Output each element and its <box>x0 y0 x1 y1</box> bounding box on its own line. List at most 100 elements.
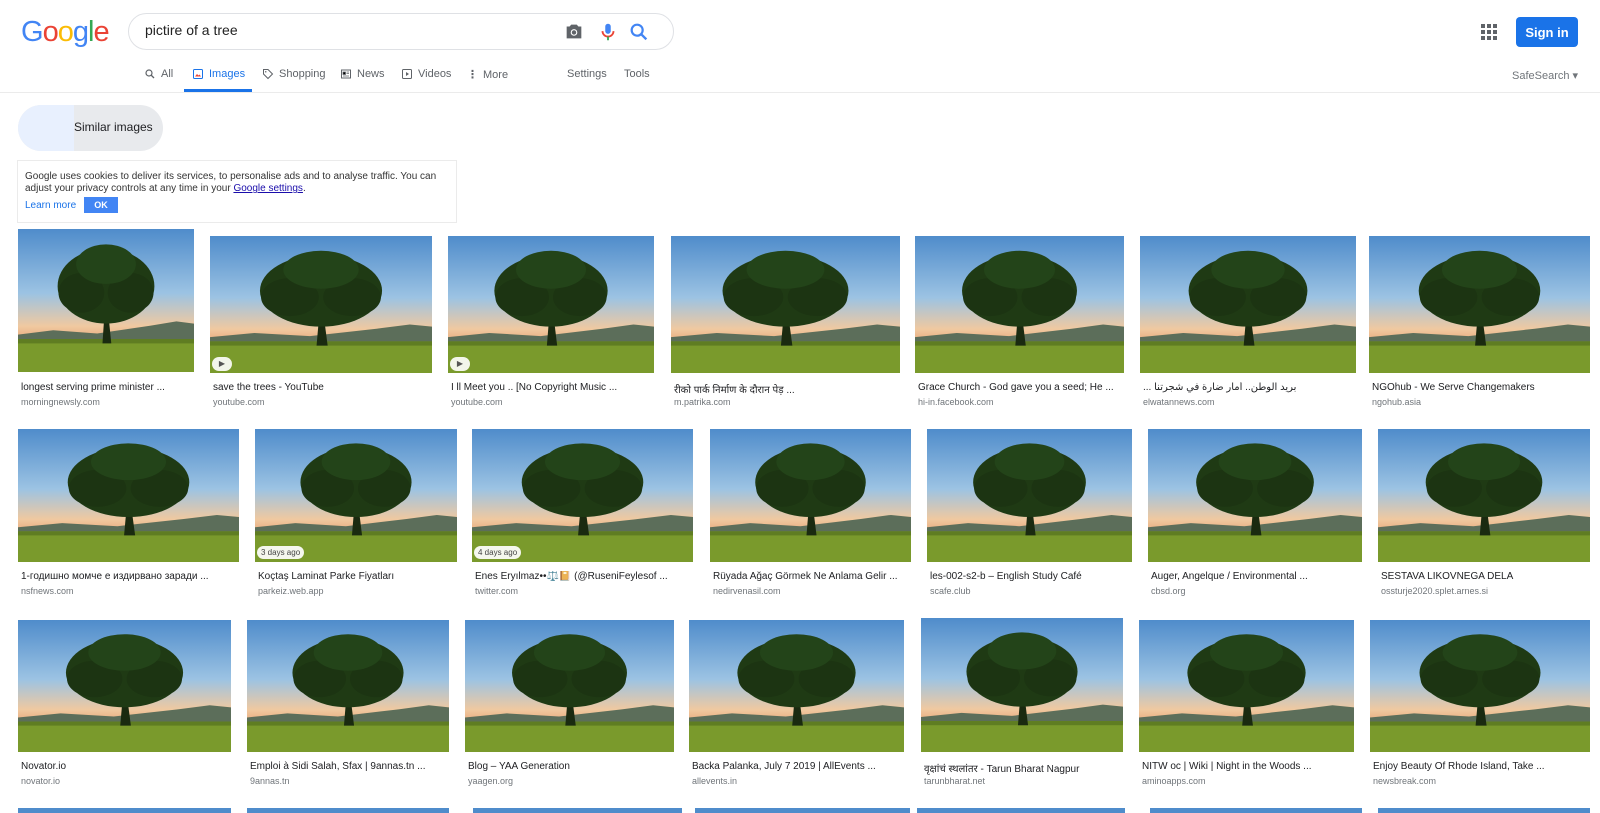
tab-news[interactable]: News <box>340 68 385 80</box>
apps-grid-icon[interactable] <box>1480 23 1498 41</box>
result-thumbnail[interactable]: ▶ <box>448 236 654 373</box>
tab-images[interactable]: Images <box>192 68 245 80</box>
age-badge: 3 days ago <box>257 546 305 559</box>
result-thumbnail[interactable]: 4 days ago <box>472 429 693 562</box>
result-domain: tarunbharat.net <box>924 776 986 786</box>
result-title[interactable]: Emploi à Sidi Salah, Sfax | 9annas.tn ..… <box>250 761 448 772</box>
result-title[interactable]: Enjoy Beauty Of Rhode Island, Take ... <box>1373 761 1589 772</box>
result-thumbnail[interactable] <box>1378 429 1590 562</box>
result-thumbnail[interactable] <box>921 618 1123 752</box>
tab-settings[interactable]: Settings <box>567 68 607 80</box>
result-thumbnail[interactable] <box>18 429 239 562</box>
camera-icon[interactable] <box>563 21 585 43</box>
result-thumbnail[interactable] <box>1378 808 1590 813</box>
result-title[interactable]: SESTAVA LIKOVNEGA DELA <box>1381 571 1589 582</box>
tab-all[interactable]: All <box>144 68 173 80</box>
result-domain: nedirvenasil.com <box>713 586 781 596</box>
tree-image <box>247 620 449 752</box>
result-thumbnail[interactable] <box>1140 236 1356 373</box>
result-domain: novator.io <box>21 776 61 786</box>
result-title[interactable]: 1-годишно момче е издирвано заради ... <box>21 571 238 582</box>
result-title[interactable]: longest serving prime minister ... <box>21 382 193 393</box>
google-settings-link[interactable]: Google settings <box>233 183 303 194</box>
tree-image <box>210 236 432 373</box>
result-thumbnail[interactable] <box>465 620 674 752</box>
result-thumbnail[interactable] <box>1150 808 1362 813</box>
result-thumbnail[interactable] <box>927 429 1132 562</box>
tab-shopping[interactable]: Shopping <box>262 68 326 80</box>
sign-in-button[interactable]: Sign in <box>1516 17 1578 47</box>
result-thumbnail[interactable] <box>695 808 910 813</box>
result-domain: m.patrika.com <box>674 397 731 407</box>
result-title[interactable]: les-002-s2-b – English Study Café <box>930 571 1131 582</box>
result-title[interactable]: NGOhub - We Serve Changemakers <box>1372 382 1589 393</box>
tree-image <box>689 620 904 752</box>
result-title[interactable]: Blog – YAA Generation <box>468 761 673 772</box>
cookie-ok-button[interactable]: OK <box>84 197 118 213</box>
result-domain: hi-in.facebook.com <box>918 397 994 407</box>
result-domain: allevents.in <box>692 776 738 786</box>
result-title[interactable]: Novator.io <box>21 761 230 772</box>
tree-image <box>18 620 231 752</box>
tab-more[interactable]: ⋮ More <box>467 68 508 82</box>
result-title[interactable]: Koçtaş Laminat Parke Fiyatları <box>258 571 456 582</box>
microphone-icon[interactable] <box>597 21 619 43</box>
result-thumbnail[interactable] <box>18 620 231 752</box>
learn-more-link[interactable]: Learn more <box>25 200 76 211</box>
tab-videos[interactable]: Videos <box>401 68 451 80</box>
tree-image <box>921 618 1123 752</box>
result-title[interactable]: Auger, Angelque / Environmental ... <box>1151 571 1361 582</box>
result-title[interactable]: NITW oc | Wiki | Night in the Woods ... <box>1142 761 1353 772</box>
result-thumbnail[interactable] <box>18 808 231 813</box>
result-title[interactable]: वृक्षांचं स्थलांतर - Tarun Bharat Nagpur <box>924 761 1122 775</box>
result-thumbnail[interactable] <box>710 429 911 562</box>
result-thumbnail[interactable] <box>915 236 1124 373</box>
result-thumbnail[interactable]: 3 days ago <box>255 429 457 562</box>
header: Google Sign in All Images <box>0 0 1600 93</box>
tree-image <box>1370 620 1590 752</box>
result-thumbnail[interactable] <box>18 229 194 372</box>
tree-image <box>915 236 1124 373</box>
result-title[interactable]: रीको पार्क निर्माण के दौरान पेड़ ... <box>674 382 899 396</box>
tree-image <box>1378 429 1590 562</box>
result-thumbnail[interactable] <box>689 620 904 752</box>
tree-image <box>1139 620 1354 752</box>
result-thumbnail[interactable] <box>671 236 900 373</box>
google-logo[interactable]: Google <box>21 16 110 49</box>
result-title[interactable]: Grace Church - God gave you a seed; He .… <box>918 382 1123 393</box>
tab-tools[interactable]: Tools <box>624 68 650 80</box>
play-icon: ▶ <box>212 357 232 371</box>
search-icon <box>145 69 155 79</box>
safesearch-dropdown[interactable]: SafeSearch ▾ <box>1512 69 1578 82</box>
result-domain: youtube.com <box>451 397 503 407</box>
result-thumbnail[interactable] <box>1139 620 1354 752</box>
result-title[interactable]: Enes Eryılmaz••⚖️📔 (@RuseniFeylesof ... <box>475 571 692 582</box>
tree-image <box>1369 236 1590 373</box>
similar-images-chip[interactable]: Similar images <box>18 105 163 151</box>
age-badge: 4 days ago <box>474 546 522 559</box>
tree-image <box>927 429 1132 562</box>
result-title[interactable]: Rüyada Ağaç Görmek Ne Anlama Gelir ... <box>713 571 910 582</box>
result-thumbnail[interactable] <box>917 808 1125 813</box>
tree-image <box>255 429 457 562</box>
result-thumbnail[interactable] <box>247 620 449 752</box>
result-title[interactable]: save the trees - YouTube <box>213 382 431 393</box>
result-thumbnail[interactable] <box>247 808 449 813</box>
result-thumbnail[interactable] <box>1370 620 1590 752</box>
image-icon <box>193 69 203 79</box>
result-title[interactable]: ... بريد الوطن.. أمار ضارة في شجرتنا <box>1143 382 1355 393</box>
tree-image <box>465 620 674 752</box>
result-thumbnail[interactable] <box>1148 429 1362 562</box>
search-icon[interactable] <box>628 21 650 43</box>
result-thumbnail[interactable] <box>473 808 682 813</box>
search-box <box>128 13 674 50</box>
result-domain: aminoapps.com <box>1142 776 1206 786</box>
result-thumbnail[interactable]: ▶ <box>210 236 432 373</box>
search-input[interactable] <box>145 22 545 38</box>
result-title[interactable]: Backa Palanka, July 7 2019 | AllEvents .… <box>692 761 903 772</box>
tree-image <box>710 429 911 562</box>
result-title[interactable]: I ll Meet you .. [No Copyright Music ... <box>451 382 653 393</box>
result-thumbnail[interactable] <box>1369 236 1590 373</box>
cookie-text: Google uses cookies to deliver its servi… <box>25 171 437 194</box>
result-domain: cbsd.org <box>1151 586 1186 596</box>
